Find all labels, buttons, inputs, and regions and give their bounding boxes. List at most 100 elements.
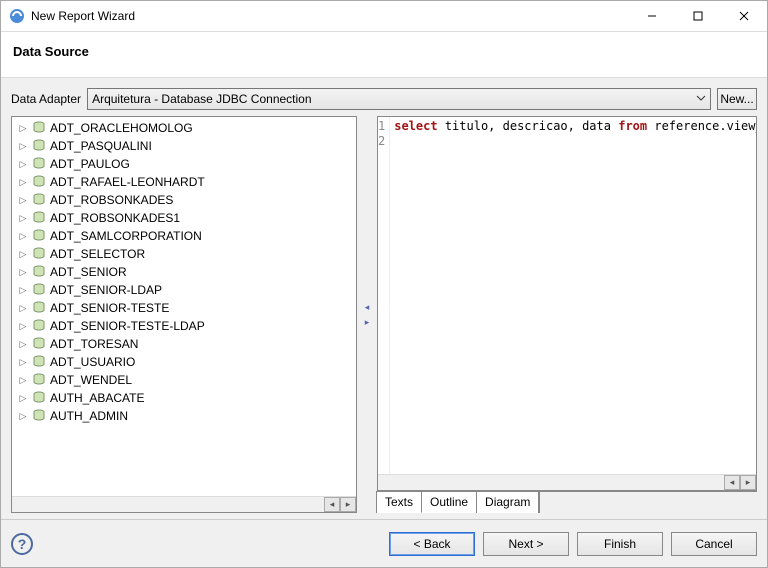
help-icon[interactable]: ?: [11, 533, 33, 555]
code-line[interactable]: select titulo, descricao, data from refe…: [394, 119, 756, 134]
app-icon: [9, 8, 25, 24]
data-adapter-value: Arquitetura - Database JDBC Connection: [92, 92, 311, 106]
expand-caret-icon[interactable]: ▷: [18, 123, 28, 133]
split-panes: ▷ ADT_ORACLEHOMOLOG ▷ ADT_PASQUALINI ▷ ADT_PA…: [11, 116, 757, 513]
scroll-left-icon[interactable]: ◂: [724, 475, 740, 490]
new-adapter-button[interactable]: New...: [717, 88, 757, 110]
tree-node[interactable]: ▷ ADT_RAFAEL-LEONHARDT: [12, 173, 356, 191]
expand-caret-icon[interactable]: ▷: [18, 339, 28, 349]
sql-text: reference.view_tarefa: [647, 119, 756, 133]
back-button[interactable]: < Back: [389, 532, 475, 556]
expand-caret-icon[interactable]: ▷: [18, 375, 28, 385]
expand-caret-icon[interactable]: ▷: [18, 159, 28, 169]
schema-icon: [32, 247, 46, 262]
sql-editor[interactable]: 12 select titulo, descricao, data from r…: [377, 116, 757, 491]
expand-caret-icon[interactable]: ▷: [18, 285, 28, 295]
tree-node-label: ADT_PAULOG: [50, 157, 130, 171]
sql-editor-body[interactable]: 12 select titulo, descricao, data from r…: [378, 117, 756, 474]
editor-tabs: TextsOutlineDiagram: [377, 491, 757, 513]
expand-caret-icon[interactable]: ▷: [18, 195, 28, 205]
line-number: 1: [378, 119, 385, 134]
expand-caret-icon[interactable]: ▷: [18, 267, 28, 277]
expand-caret-icon[interactable]: ▷: [18, 393, 28, 403]
schema-icon: [32, 265, 46, 280]
sql-code[interactable]: select titulo, descricao, data from refe…: [390, 117, 756, 474]
tree-node-label: ADT_ROBSONKADES1: [50, 211, 180, 225]
expand-caret-icon[interactable]: ▷: [18, 213, 28, 223]
split-handle[interactable]: ◂ ▸: [357, 116, 377, 513]
schema-icon: [32, 283, 46, 298]
tab-outline[interactable]: Outline: [422, 492, 477, 513]
schema-icon: [32, 193, 46, 208]
cancel-button[interactable]: Cancel: [671, 532, 757, 556]
schema-icon: [32, 373, 46, 388]
tree-node[interactable]: ▷ADT_TORESAN: [12, 335, 356, 353]
expand-caret-icon[interactable]: ▷: [18, 141, 28, 151]
tree-node-label: ADT_WENDEL: [50, 373, 132, 387]
code-line[interactable]: [394, 134, 756, 149]
tree-node[interactable]: ▷ADT_SENIOR: [12, 263, 356, 281]
tree-node[interactable]: ▷ ADT_PASQUALINI: [12, 137, 356, 155]
line-gutter: 12: [378, 117, 390, 474]
tree-node[interactable]: ▷ADT_SAMLCORPORATION: [12, 227, 356, 245]
data-adapter-combo[interactable]: Arquitetura - Database JDBC Connection: [87, 88, 711, 110]
schema-icon: [32, 229, 46, 244]
scroll-right-icon[interactable]: ▸: [340, 497, 356, 512]
tree-node[interactable]: ▷ ADT_SENIOR-TESTE: [12, 299, 356, 317]
expand-caret-icon[interactable]: ▷: [18, 321, 28, 331]
tree-node-label: AUTH_ADMIN: [50, 409, 128, 423]
page-title: Data Source: [13, 44, 755, 59]
schema-tree[interactable]: ▷ ADT_ORACLEHOMOLOG ▷ ADT_PASQUALINI ▷ ADT_PA…: [12, 117, 356, 496]
tree-node[interactable]: ▷ ADT_SENIOR-TESTE-LDAP: [12, 317, 356, 335]
tree-node-label: ADT_USUARIO: [50, 355, 135, 369]
tree-hscroll[interactable]: ◂ ▸: [12, 496, 356, 512]
editor-hscroll[interactable]: ◂ ▸: [378, 474, 756, 490]
tree-node-label: ADT_RAFAEL-LEONHARDT: [50, 175, 205, 189]
scroll-right-icon[interactable]: ▸: [740, 475, 756, 490]
sql-keyword: from: [618, 119, 647, 133]
tree-node[interactable]: ▷ ADT_ROBSONKADES1: [12, 209, 356, 227]
tree-node[interactable]: ▷ ADT_ORACLEHOMOLOG: [12, 119, 356, 137]
titlebar: New Report Wizard: [1, 1, 767, 32]
data-adapter-row: Data Adapter Arquitetura - Database JDBC…: [11, 88, 757, 110]
maximize-button[interactable]: [675, 1, 721, 31]
tree-node[interactable]: ▷ADT_ROBSONKADES: [12, 191, 356, 209]
tree-node[interactable]: ▷ADT_SELECTOR: [12, 245, 356, 263]
schema-icon: [32, 139, 46, 154]
schema-icon: [32, 319, 46, 334]
tree-node[interactable]: ▷ ADT_USUARIO: [12, 353, 356, 371]
expand-caret-icon[interactable]: ▷: [18, 231, 28, 241]
minimize-button[interactable]: [629, 1, 675, 31]
tree-node[interactable]: ▷ ADT_WENDEL: [12, 371, 356, 389]
expand-caret-icon[interactable]: ▷: [18, 411, 28, 421]
schema-icon: [32, 211, 46, 226]
tree-node-label: ADT_PASQUALINI: [50, 139, 152, 153]
sql-keyword: select: [394, 119, 437, 133]
close-button[interactable]: [721, 1, 767, 31]
tree-node[interactable]: ▷ADT_SENIOR-LDAP: [12, 281, 356, 299]
expand-caret-icon[interactable]: ▷: [18, 177, 28, 187]
tab-texts[interactable]: Texts: [377, 492, 422, 513]
header-band: Data Source: [1, 32, 767, 78]
finish-button[interactable]: Finish: [577, 532, 663, 556]
schema-icon: [32, 121, 46, 136]
window-title: New Report Wizard: [31, 9, 135, 23]
schema-icon: [32, 391, 46, 406]
tab-diagram[interactable]: Diagram: [477, 492, 539, 513]
tree-node[interactable]: ▷ AUTH_ABACATE: [12, 389, 356, 407]
data-adapter-label: Data Adapter: [11, 92, 81, 106]
scroll-left-icon[interactable]: ◂: [324, 497, 340, 512]
line-number: 2: [378, 134, 385, 149]
collapse-right-icon: ▸: [365, 317, 370, 328]
expand-caret-icon[interactable]: ▷: [18, 303, 28, 313]
tree-node-label: ADT_ORACLEHOMOLOG: [50, 121, 193, 135]
tree-node-label: AUTH_ABACATE: [50, 391, 144, 405]
content-area: Data Adapter Arquitetura - Database JDBC…: [1, 78, 767, 519]
next-button[interactable]: Next >: [483, 532, 569, 556]
expand-caret-icon[interactable]: ▷: [18, 357, 28, 367]
expand-caret-icon[interactable]: ▷: [18, 249, 28, 259]
tree-node-label: ADT_SENIOR-TESTE-LDAP: [50, 319, 205, 333]
tree-node[interactable]: ▷ AUTH_ADMIN: [12, 407, 356, 425]
tree-node[interactable]: ▷ ADT_PAULOG: [12, 155, 356, 173]
tree-node-label: ADT_SENIOR-TESTE: [50, 301, 169, 315]
